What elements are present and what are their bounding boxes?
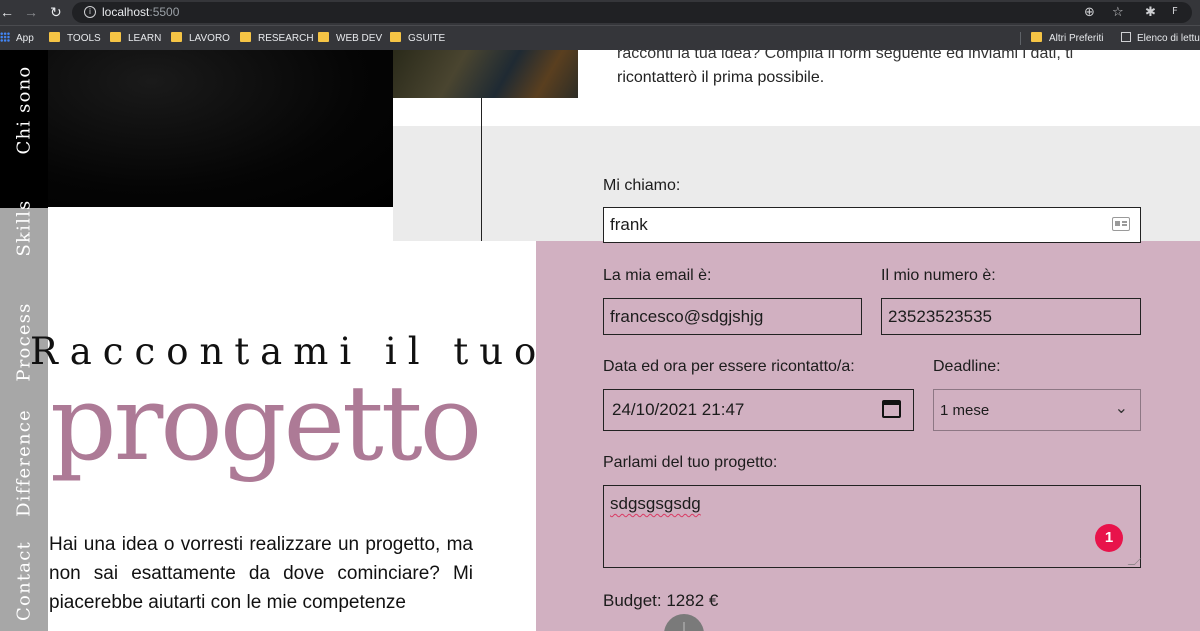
bookmarks-bar: App TOOLS LEARN LAVORO RESEARCH WEB DEV … xyxy=(0,25,1200,50)
back-arrow-icon[interactable]: ← xyxy=(0,3,14,21)
forward-arrow-icon[interactable]: → xyxy=(24,3,38,21)
address-bar[interactable]: i localhost:5500 ⊕ ☆ ✱ F xyxy=(72,2,1192,23)
bookmark-learn[interactable]: LEARN xyxy=(110,32,161,44)
dark-photo xyxy=(48,50,393,207)
folder-icon xyxy=(49,32,60,42)
name-value: frank xyxy=(610,215,648,234)
project-label: Parlami del tuo progetto: xyxy=(603,454,778,471)
deadline-select[interactable]: 1 mese ⌄ xyxy=(933,389,1141,431)
calendar-icon[interactable] xyxy=(882,400,901,418)
phone-input[interactable]: 23523523535 xyxy=(881,298,1141,335)
folder-icon xyxy=(171,32,182,42)
phone-value: 23523523535 xyxy=(888,306,993,326)
zoom-icon[interactable]: ⊕ xyxy=(1084,5,1095,20)
intro-paragraph: Hai una idea o vorresti realizzare un pr… xyxy=(49,534,473,613)
name-input[interactable]: frank xyxy=(603,207,1141,243)
budget-label: Budget: 1282 € xyxy=(603,591,719,610)
browser-toolbar: ← → ↻ i localhost:5500 ⊕ ☆ ✱ F xyxy=(0,0,1200,25)
deadline-value: 1 mese xyxy=(940,401,990,419)
datetime-value: 24/10/2021 21:47 xyxy=(612,400,745,419)
bookmark-lavoro[interactable]: LAVORO xyxy=(171,32,230,44)
datetime-label: Data ed ora per essere ricontatto/a: xyxy=(603,358,855,375)
bookmark-gsuite[interactable]: GSUITE xyxy=(390,32,445,44)
name-label: Mi chiamo: xyxy=(603,177,681,194)
bookmark-tools[interactable]: TOOLS xyxy=(49,32,101,44)
apps-grid-icon xyxy=(0,32,10,42)
resize-grip-icon[interactable] xyxy=(1127,558,1142,565)
url-text[interactable]: localhost:5500 xyxy=(102,5,179,19)
form-intro-text: racconti la tua idea? Compila il form se… xyxy=(617,50,1074,86)
bookmark-apps[interactable]: App xyxy=(0,32,34,44)
bookmark-web-dev[interactable]: WEB DEV xyxy=(318,32,382,44)
reading-list[interactable]: Elenco di lettu xyxy=(1121,32,1200,44)
project-value: sdgsgsgsdg xyxy=(610,494,701,513)
email-value: francesco@sdgjshjg xyxy=(610,306,764,326)
bookmark-other[interactable]: Altri Preferiti xyxy=(1031,32,1103,44)
notification-badge[interactable]: 1 xyxy=(1095,524,1123,552)
nav-skills[interactable]: Skills xyxy=(14,200,35,257)
project-textarea[interactable]: sdgsgsgsdg 1 xyxy=(603,485,1142,568)
section-heading-big: progetto xyxy=(50,362,482,484)
folder-icon xyxy=(390,32,401,42)
deadline-label: Deadline: xyxy=(933,358,1001,375)
email-input[interactable]: francesco@sdgjshjg xyxy=(603,298,862,335)
photo-thumbnail xyxy=(393,50,578,98)
nav-chi-sono[interactable]: Chi sono xyxy=(14,66,35,155)
datetime-input[interactable]: 24/10/2021 21:47 xyxy=(603,389,914,431)
chevron-down-icon: ⌄ xyxy=(1114,398,1128,417)
contact-card-icon[interactable] xyxy=(1112,217,1130,231)
reading-list-icon xyxy=(1121,32,1131,42)
profile-avatar[interactable]: F xyxy=(1172,6,1178,17)
bookmark-research[interactable]: RESEARCH xyxy=(240,32,314,44)
folder-icon xyxy=(318,32,329,42)
info-icon[interactable]: i xyxy=(84,6,96,18)
folder-icon xyxy=(110,32,121,42)
page-viewport: racconti la tua idea? Compila il form se… xyxy=(0,50,1200,631)
nav-contact[interactable]: Contact xyxy=(14,541,35,621)
reload-icon[interactable]: ↻ xyxy=(50,3,62,21)
folder-icon xyxy=(240,32,251,42)
folder-icon xyxy=(1031,32,1042,42)
email-label: La mia email è: xyxy=(603,267,712,284)
divider-line xyxy=(481,98,482,241)
extensions-icon[interactable]: ✱ xyxy=(1145,5,1156,20)
nav-difference[interactable]: Difference xyxy=(14,409,35,517)
star-icon[interactable]: ☆ xyxy=(1112,5,1124,20)
phone-label: Il mio numero è: xyxy=(881,267,996,284)
bookmarks-divider xyxy=(1020,32,1021,45)
